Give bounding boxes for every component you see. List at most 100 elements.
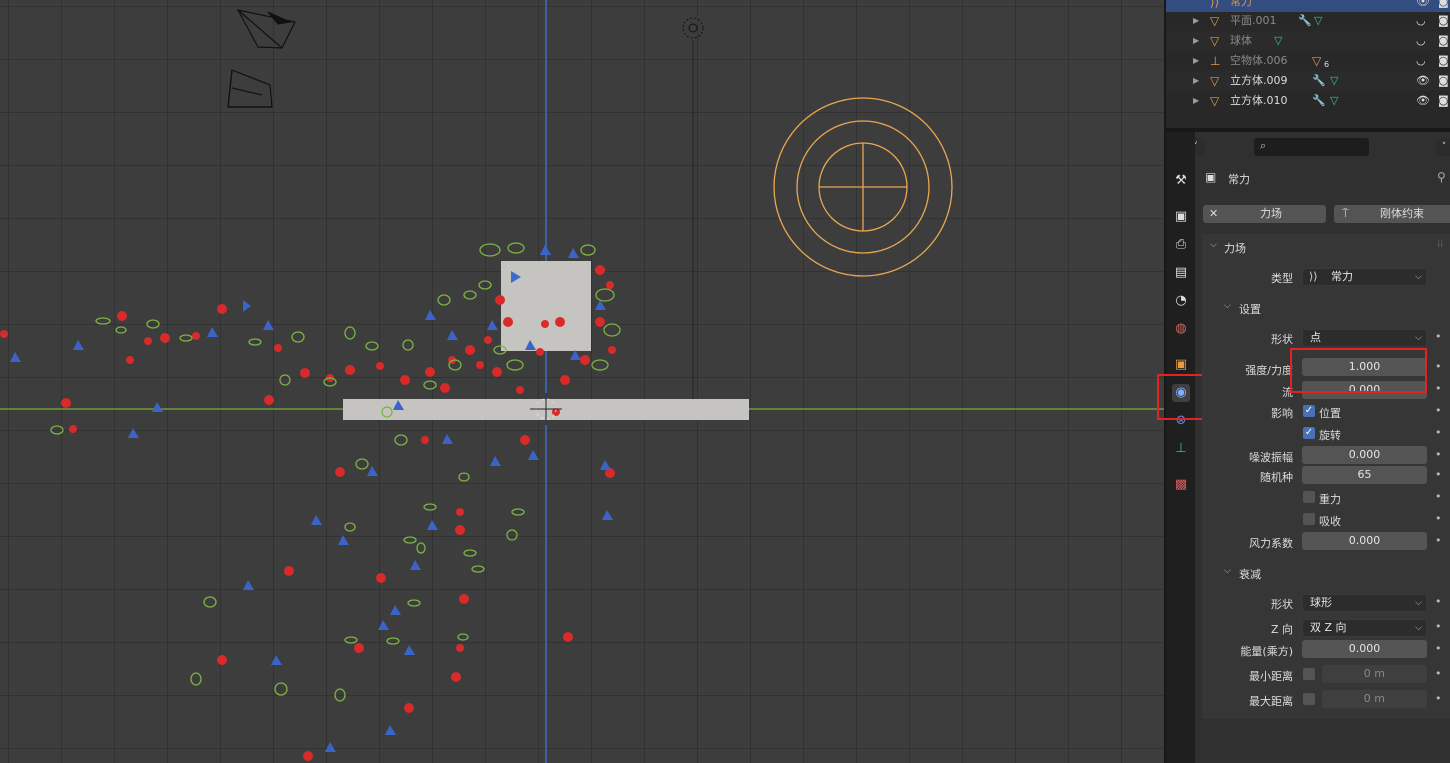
rotation-label: 旋转 [1319,429,1341,442]
expand-arrow-icon[interactable]: ▶ [1193,31,1199,51]
force-field-section-title[interactable]: 力场 [1224,240,1246,256]
mesh-object-icon: ▽ [1210,14,1220,28]
outliner-row-cube009[interactable]: ▶ ▽ 立方体.009 🔧 ▽ 👁 ◙ [1166,71,1450,91]
outliner-row-label: 空物体.006 [1230,54,1288,67]
mesh-data-icon[interactable]: ▽ [1330,71,1338,91]
highlight-box-strength [1290,348,1427,393]
eye-closed-icon[interactable]: ◡ [1416,11,1426,31]
seed-field[interactable]: 65 [1302,466,1427,484]
shape-label: 形状 [1271,333,1293,346]
texture-icon[interactable]: ▩ [1172,476,1190,494]
object-data-icon[interactable]: ⊥ [1172,440,1190,458]
outliner-row-sphere[interactable]: ▶ ▽ 球体 ▽ ◡ ◙ [1166,31,1450,51]
collapse-arrow-icon[interactable]: ⌵ [1224,566,1231,576]
mesh-object-icon: ▽ [1210,74,1220,88]
force-field-gizmo[interactable] [773,97,953,277]
camera-icon[interactable] [227,69,273,108]
noise-field[interactable]: 0.000 [1302,446,1427,464]
camera-render-icon[interactable]: ◙ [1438,71,1449,91]
keyframe-dot-icon[interactable]: • [1435,404,1442,417]
force-field-button[interactable]: ✕ 力场 [1203,205,1326,223]
falloff-section-title[interactable]: 衰减 [1239,566,1261,582]
shape-dropdown[interactable]: 点 ⌵ [1302,329,1427,347]
mesh-data-icon[interactable]: ▽ [1314,11,1322,31]
absorb-checkbox[interactable] [1303,513,1315,525]
falloff-shape-dropdown[interactable]: 球形 ⌵ [1302,594,1427,612]
force-object-icon: ▣ [1205,170,1217,184]
wind-field[interactable]: 0.000 [1302,532,1427,550]
max-distance-checkbox[interactable] [1303,693,1315,705]
seed-label: 随机种 [1260,471,1293,484]
keyframe-dot-icon[interactable]: • [1435,620,1442,633]
eye-closed-icon[interactable]: ◡ [1416,31,1426,51]
camera-icon[interactable] [236,9,296,49]
rigid-constraint-button[interactable]: ⍑ 刚体约束 [1334,205,1450,223]
expand-arrow-icon[interactable]: ▶ [1193,51,1199,71]
keyframe-dot-icon[interactable]: • [1435,595,1442,608]
output-icon[interactable]: ⎙ [1172,236,1190,254]
location-checkbox[interactable]: ✓ [1303,405,1315,417]
z-direction-dropdown[interactable]: 双 Z 向 ⌵ [1302,619,1427,637]
pin-icon[interactable]: ⚲ [1437,170,1446,184]
wrench-icon[interactable]: 🔧 [1298,11,1312,31]
search-input[interactable]: ⌕ [1254,138,1369,156]
keyframe-dot-icon[interactable]: • [1435,468,1442,481]
eye-closed-icon[interactable]: ◡ [1416,51,1426,71]
keyframe-dot-icon[interactable]: • [1435,534,1442,547]
tool-icon[interactable]: ⚒ [1172,172,1190,190]
empty-object-icon: ⊥ [1210,54,1221,68]
keyframe-dot-icon[interactable]: • [1435,382,1442,395]
eye-icon[interactable]: 👁 [1416,91,1430,111]
wrench-icon[interactable]: 🔧 [1312,91,1326,111]
object-icon[interactable]: ▣ [1172,356,1190,374]
keyframe-dot-icon[interactable]: • [1435,642,1442,655]
outliner-row-cube010[interactable]: ▶ ▽ 立方体.010 🔧 ▽ 👁 ◙ [1166,91,1450,111]
keyframe-dot-icon[interactable]: • [1435,490,1442,503]
min-distance-value: 0 m [1363,667,1385,680]
mesh-data-icon[interactable]: ▽ [1274,31,1282,51]
camera-render-icon[interactable]: ◙ [1438,11,1449,31]
mesh-object-icon: ▽ [1210,34,1220,48]
expand-arrow-icon[interactable]: ▶ [1193,11,1199,31]
gravity-checkbox[interactable] [1303,491,1315,503]
collapse-arrow-icon[interactable]: ⌵ [1210,240,1217,250]
scene-icon[interactable]: ◔ [1172,292,1190,310]
power-field[interactable]: 0.000 [1302,640,1427,658]
view-layer-icon[interactable]: ▤ [1172,264,1190,282]
light-icon[interactable] [682,17,704,39]
eye-icon[interactable]: 👁 [1416,71,1430,91]
type-dropdown[interactable]: ⟩⟩ 常力 ⌵ [1302,268,1427,286]
keyframe-dot-icon[interactable]: • [1435,667,1442,680]
3d-viewport[interactable] [0,0,1164,763]
z-direction-value: 双 Z 向 [1310,621,1347,634]
settings-section-title[interactable]: 设置 [1239,301,1261,317]
camera-render-icon[interactable]: ◙ [1438,51,1449,71]
wrench-icon[interactable]: 🔧 [1312,71,1326,91]
children-icon[interactable]: ▽ [1312,51,1321,71]
outliner[interactable]: ⟩⟩ 常力 👁 ◙ ▶ ▽ 平面.001 🔧 ▽ ◡ ◙ ▶ ▽ 球体 ▽ ◡ … [1166,0,1450,128]
expand-arrow-icon[interactable]: ▶ [1193,71,1199,91]
outliner-row-empty[interactable]: ▶ ⊥ 空物体.006 ▽ 6 ◡ ◙ [1166,51,1450,71]
noise-label: 噪波振幅 [1249,451,1293,464]
expand-arrow-icon[interactable]: ▶ [1193,91,1199,111]
mesh-data-icon[interactable]: ▽ [1330,91,1338,111]
max-distance-field[interactable]: 0 m [1322,690,1427,708]
min-distance-field[interactable]: 0 m [1322,665,1427,683]
collapse-arrow-icon[interactable]: ⌵ [1224,301,1231,311]
keyframe-dot-icon[interactable]: • [1435,360,1442,373]
min-distance-checkbox[interactable] [1303,668,1315,680]
keyframe-dot-icon[interactable]: • [1435,512,1442,525]
camera-render-icon[interactable]: ◙ [1438,31,1449,51]
options-dropdown[interactable]: ˅ [1436,138,1450,156]
camera-render-icon[interactable]: ◙ [1438,91,1449,111]
render-icon[interactable]: ▣ [1172,208,1190,226]
keyframe-dot-icon[interactable]: • [1435,426,1442,439]
chevron-down-icon: ⌵ [1415,272,1422,282]
keyframe-dot-icon[interactable]: • [1435,692,1442,705]
keyframe-dot-icon[interactable]: • [1435,330,1442,343]
keyframe-dot-icon[interactable]: • [1435,448,1442,461]
drag-handle-icon[interactable]: ⁞⁞ [1437,239,1443,250]
rotation-checkbox[interactable]: ✓ [1303,427,1315,439]
outliner-row-plane[interactable]: ▶ ▽ 平面.001 🔧 ▽ ◡ ◙ [1166,11,1450,31]
world-icon[interactable]: ◍ [1172,320,1190,338]
